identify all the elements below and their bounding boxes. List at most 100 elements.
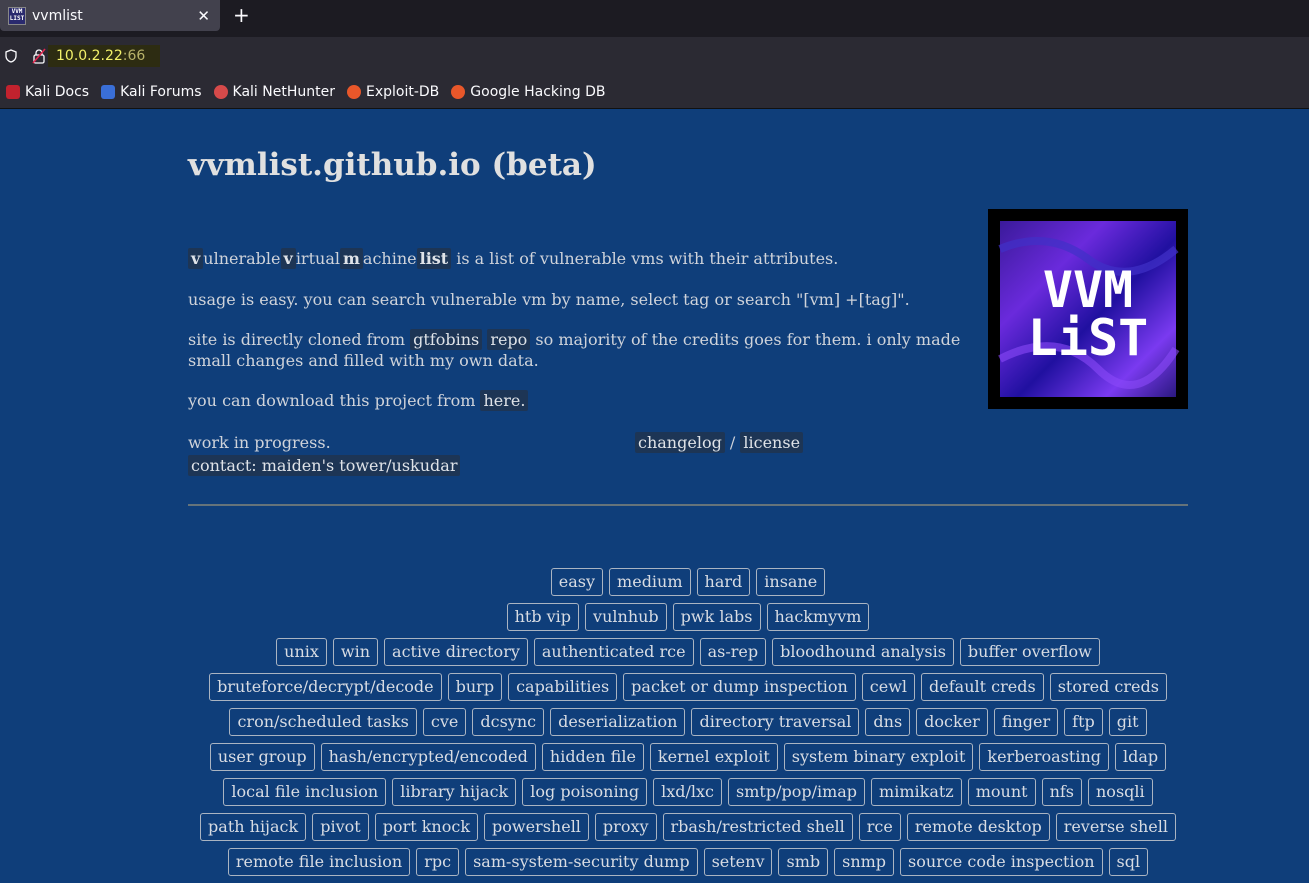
tag-button[interactable]: rce — [858, 813, 901, 841]
tag-button[interactable]: dns — [865, 708, 911, 736]
tag-button[interactable]: ldap — [1115, 743, 1167, 771]
tag-button[interactable]: easy — [550, 568, 604, 596]
tag-button[interactable]: cron/scheduled tasks — [229, 708, 417, 736]
bookmark-exploit-db[interactable]: Exploit-DB — [346, 84, 439, 100]
divider — [188, 504, 1188, 506]
tag-button[interactable]: vulnhub — [585, 603, 667, 631]
tag-button[interactable]: mimikatz — [871, 778, 962, 806]
tag-button[interactable]: docker — [916, 708, 988, 736]
tag-button[interactable]: hash/encrypted/encoded — [320, 743, 536, 771]
repo-link[interactable]: repo — [487, 329, 531, 350]
tag-button[interactable]: system binary exploit — [783, 743, 974, 771]
tag-button[interactable]: deserialization — [550, 708, 686, 736]
tag-row: bruteforce/decrypt/decode burp capabilitie… — [188, 673, 1188, 701]
tab-vvmlist[interactable]: VVM LIST vvmlist ✕ — [0, 0, 220, 31]
tag-button[interactable]: finger — [993, 708, 1059, 736]
vvmlist-favicon-icon: VVM LIST — [8, 6, 26, 25]
tag-button[interactable]: cve — [422, 708, 467, 736]
bookmark-label: Kali NetHunter — [232, 83, 335, 100]
bookmark-label: Kali Docs — [25, 83, 90, 100]
tag-button[interactable]: bruteforce/decrypt/decode — [209, 673, 442, 701]
intro-v1: v — [188, 248, 204, 269]
tag-button[interactable]: snmp — [834, 848, 895, 876]
shield-icon[interactable] — [4, 49, 18, 63]
bookmark-google-hacking-db[interactable]: Google Hacking DB — [451, 84, 606, 100]
tag-button[interactable]: medium — [609, 568, 691, 596]
bookmark-kali-docs[interactable]: Kali Docs — [6, 84, 89, 100]
bookmarks-bar: Kali Docs Kali Forums Kali NetHunter Exp… — [0, 75, 1309, 109]
tag-button[interactable]: kerberoasting — [979, 743, 1110, 771]
tag-button[interactable]: hard — [696, 568, 751, 596]
tag-filter-list: easy medium hard insane htb vip vulnhub pwk la… — [188, 568, 1188, 883]
tag-button[interactable]: buffer overflow — [959, 638, 1100, 666]
tag-button[interactable]: hackmyvm — [766, 603, 870, 631]
close-tab-icon[interactable]: ✕ — [197, 7, 210, 25]
tag-button[interactable]: reverse shell — [1055, 813, 1176, 841]
tag-button[interactable]: local file inclusion — [223, 778, 387, 806]
tag-button[interactable]: sam-system-security dump — [465, 848, 698, 876]
tag-button[interactable]: burp — [447, 673, 503, 701]
tag-button[interactable]: insane — [756, 568, 826, 596]
tag-button[interactable]: ftp — [1064, 708, 1103, 736]
tag-button[interactable]: log poisoning — [522, 778, 648, 806]
bookmark-label: Kali Forums — [120, 83, 202, 100]
tag-button[interactable]: packet or dump inspection — [623, 673, 856, 701]
new-tab-icon[interactable]: + — [233, 3, 250, 27]
tag-button[interactable]: cewl — [861, 673, 916, 701]
tag-button[interactable]: hidden file — [541, 743, 644, 771]
tag-button[interactable]: sql — [1108, 848, 1149, 876]
tag-button[interactable]: nosqli — [1088, 778, 1153, 806]
tag-button[interactable]: pivot — [312, 813, 369, 841]
tag-button[interactable]: proxy — [594, 813, 657, 841]
tag-button[interactable]: lxd/lxc — [653, 778, 723, 806]
contact-text: contact: maiden's tower/uskudar — [188, 455, 968, 476]
license-link[interactable]: license — [740, 432, 804, 453]
tag-button[interactable]: path hijack — [200, 813, 307, 841]
tag-button[interactable]: user group — [209, 743, 315, 771]
url-input[interactable]: 10.0.2.22:66 — [48, 45, 160, 67]
kali-nethunter-icon — [213, 84, 228, 99]
intro-rest: is a list of vulnerable vms with their a… — [451, 249, 839, 268]
tag-button[interactable]: bloodhound analysis — [772, 638, 954, 666]
tag-button[interactable]: directory traversal — [691, 708, 860, 736]
navigation-bar: 10.0.2.22:66 — [0, 37, 1309, 75]
tag-button[interactable]: mount — [967, 778, 1036, 806]
tag-button[interactable]: unix — [276, 638, 327, 666]
bookmark-kali-forums[interactable]: Kali Forums — [101, 83, 202, 100]
tag-button[interactable]: remote desktop — [906, 813, 1050, 841]
tag-button[interactable]: dcsync — [472, 708, 545, 736]
tag-button[interactable]: pwk labs — [672, 603, 761, 631]
tag-button[interactable]: rpc — [416, 848, 460, 876]
contact-label: contact: maiden's tower/uskudar — [188, 455, 461, 476]
intro-w3: achine — [362, 249, 417, 268]
tag-button[interactable]: library hijack — [392, 778, 517, 806]
download-here-link[interactable]: here. — [480, 390, 529, 411]
tag-button[interactable]: capabilities — [508, 673, 618, 701]
tab-strip: VVM LIST vvmlist ✕ + — [0, 0, 1309, 37]
tag-button[interactable]: git — [1108, 708, 1147, 736]
tag-button[interactable]: port knock — [374, 813, 479, 841]
tag-button[interactable]: nfs — [1041, 778, 1082, 806]
tag-button[interactable]: remote file inclusion — [227, 848, 411, 876]
tag-button[interactable]: rbash/restricted shell — [662, 813, 853, 841]
tag-button[interactable]: as-rep — [699, 638, 767, 666]
tag-button[interactable]: powershell — [484, 813, 589, 841]
tag-button[interactable]: smb — [778, 848, 829, 876]
gtfobins-link[interactable]: gtfobins — [410, 329, 483, 350]
tag-button[interactable]: smtp/pop/imap — [728, 778, 866, 806]
tag-row: path hijack pivot port knock powershell prox… — [188, 813, 1188, 841]
tag-button[interactable]: htb vip — [506, 603, 580, 631]
tag-button[interactable]: authenticated rce — [533, 638, 694, 666]
tag-button[interactable]: setenv — [703, 848, 773, 876]
changelog-link[interactable]: changelog — [635, 432, 725, 453]
tag-button[interactable]: stored creds — [1049, 673, 1167, 701]
insecure-lock-icon[interactable] — [32, 48, 46, 64]
tag-button[interactable]: default creds — [921, 673, 1044, 701]
tag-button[interactable]: active directory — [384, 638, 528, 666]
intro-text: v ulnerable v irtual m achine list is a list o… — [188, 248, 968, 269]
logo-text-list: LiST — [1028, 309, 1148, 367]
tag-button[interactable]: kernel exploit — [649, 743, 778, 771]
tag-button[interactable]: win — [332, 638, 379, 666]
bookmark-kali-nethunter[interactable]: Kali NetHunter — [213, 83, 335, 100]
tag-button[interactable]: source code inspection — [900, 848, 1103, 876]
